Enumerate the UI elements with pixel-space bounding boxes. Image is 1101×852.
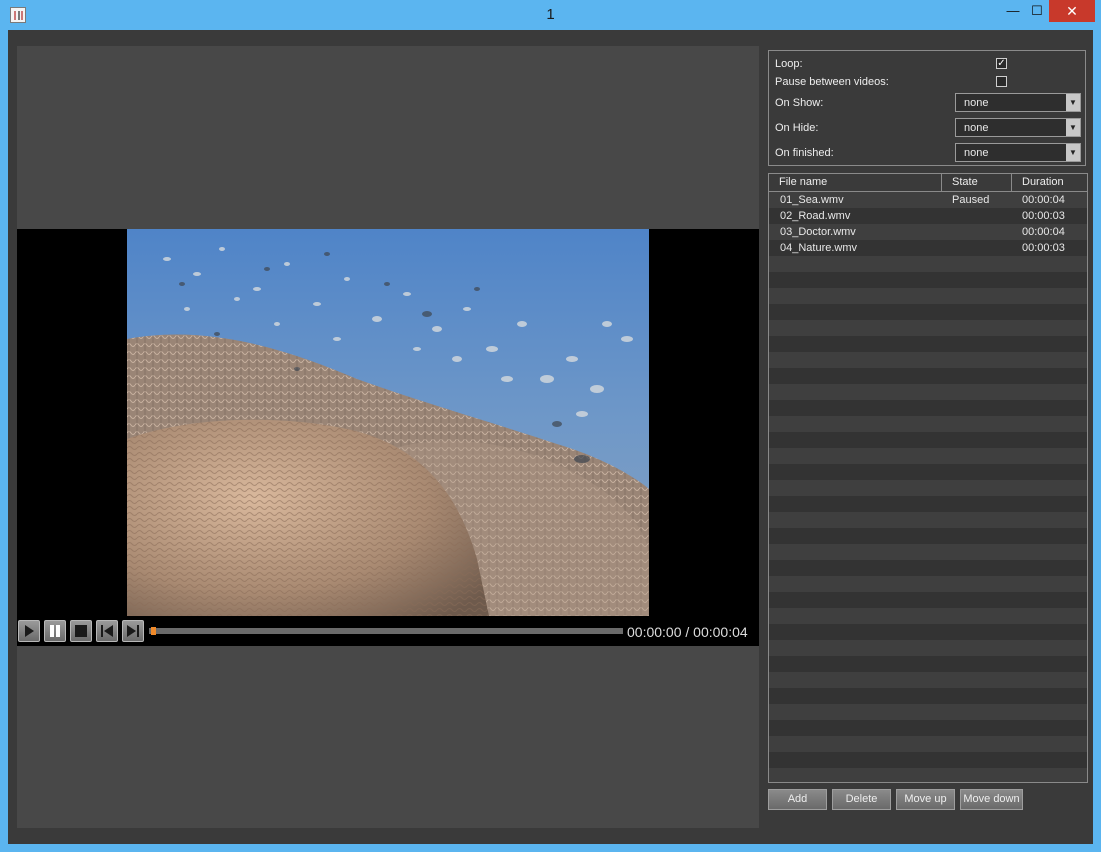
on-finished-value: none xyxy=(964,147,989,159)
app-window: 1 — ☐ ✕ 00:00:00 / 00:00:04 Loop: ✓ Paus… xyxy=(0,0,1101,852)
file-name-cell: 04_Nature.wmv xyxy=(780,242,858,254)
next-button[interactable] xyxy=(122,620,144,642)
title-bar[interactable]: 1 — ☐ ✕ xyxy=(0,0,1101,30)
column-header-file-name[interactable]: File name xyxy=(769,174,942,191)
skip-previous-icon xyxy=(101,625,113,637)
previous-button[interactable] xyxy=(96,620,118,642)
video-player[interactable]: 00:00:00 / 00:00:04 xyxy=(17,229,759,646)
loop-checkbox[interactable]: ✓ xyxy=(996,58,1007,69)
stop-button[interactable] xyxy=(70,620,92,642)
playlist-table[interactable]: File name State Duration 01_Sea.wmv Paus… xyxy=(768,173,1088,783)
table-row[interactable]: 01_Sea.wmv Paused 00:00:04 xyxy=(769,192,1087,208)
time-display: 00:00:00 / 00:00:04 xyxy=(627,624,748,640)
on-hide-label: On Hide: xyxy=(775,122,819,134)
on-show-value: none xyxy=(964,97,989,109)
on-hide-value: none xyxy=(964,122,989,134)
client-area: 00:00:00 / 00:00:04 Loop: ✓ Pause betwee… xyxy=(8,30,1093,844)
add-button[interactable]: Add xyxy=(768,789,827,810)
loop-label: Loop: xyxy=(775,58,803,70)
file-name-cell: 01_Sea.wmv xyxy=(780,194,844,206)
move-up-button[interactable]: Move up xyxy=(896,789,955,810)
table-row[interactable]: 03_Doctor.wmv 00:00:04 xyxy=(769,224,1087,240)
on-hide-dropdown[interactable]: none ▼ xyxy=(955,118,1081,137)
play-button[interactable] xyxy=(18,620,40,642)
file-name-cell: 03_Doctor.wmv xyxy=(780,226,856,238)
chevron-down-icon[interactable]: ▼ xyxy=(1066,144,1080,161)
playlist-header: File name State Duration xyxy=(769,174,1087,192)
skip-next-icon xyxy=(127,625,139,637)
table-row[interactable]: 04_Nature.wmv 00:00:03 xyxy=(769,240,1087,256)
state-cell: Paused xyxy=(952,194,990,206)
table-row[interactable]: 02_Road.wmv 00:00:03 xyxy=(769,208,1087,224)
duration-cell: 00:00:03 xyxy=(1022,210,1065,222)
video-panel: 00:00:00 / 00:00:04 xyxy=(17,46,759,828)
delete-button[interactable]: Delete xyxy=(832,789,891,810)
close-button[interactable]: ✕ xyxy=(1049,0,1095,22)
column-header-state[interactable]: State xyxy=(942,174,1012,191)
duration-cell: 00:00:04 xyxy=(1022,194,1065,206)
playlist-rows: 01_Sea.wmv Paused 00:00:04 02_Road.wmv 0… xyxy=(769,192,1087,782)
pause-between-label: Pause between videos: xyxy=(775,76,889,88)
settings-panel: Loop: ✓ Pause between videos: On Show: n… xyxy=(768,50,1086,166)
seek-thumb[interactable] xyxy=(151,627,156,635)
duration-cell: 00:00:03 xyxy=(1022,242,1065,254)
pause-icon xyxy=(50,625,60,637)
move-down-button[interactable]: Move down xyxy=(960,789,1023,810)
pause-button[interactable] xyxy=(44,620,66,642)
seek-bar[interactable] xyxy=(149,628,623,634)
on-show-dropdown[interactable]: none ▼ xyxy=(955,93,1081,112)
on-show-label: On Show: xyxy=(775,97,824,109)
chevron-down-icon[interactable]: ▼ xyxy=(1066,119,1080,136)
on-finished-dropdown[interactable]: none ▼ xyxy=(955,143,1081,162)
chevron-down-icon[interactable]: ▼ xyxy=(1066,94,1080,111)
window-title: 1 xyxy=(546,6,555,23)
duration-cell: 00:00:04 xyxy=(1022,226,1065,238)
play-icon xyxy=(25,625,34,637)
pause-between-checkbox[interactable] xyxy=(996,76,1007,87)
file-name-cell: 02_Road.wmv xyxy=(780,210,851,222)
player-controls: 00:00:00 / 00:00:04 xyxy=(17,616,759,646)
column-header-duration[interactable]: Duration xyxy=(1012,174,1087,191)
on-finished-label: On finished: xyxy=(775,147,834,159)
video-frame-image xyxy=(127,229,649,616)
video-frame[interactable] xyxy=(127,229,649,616)
stop-icon xyxy=(75,625,87,637)
